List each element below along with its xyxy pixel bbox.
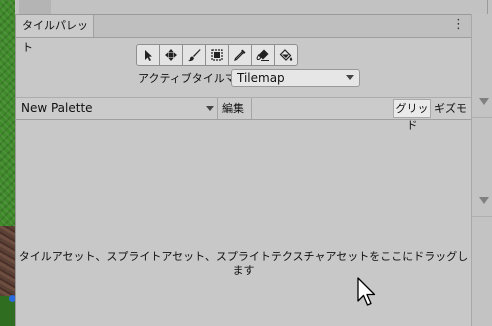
- tab-tile-palette[interactable]: タイルパレット: [16, 15, 94, 54]
- tool-bar: [136, 44, 298, 66]
- edit-button[interactable]: 編集: [222, 98, 244, 119]
- tile-palette-window: タイルパレット ⋮ アクティブタイルマッ Tilemap New Palette…: [15, 14, 471, 326]
- paintbrush-icon: [188, 49, 201, 62]
- arrow-cursor-icon: [145, 50, 152, 61]
- divider: [251, 98, 252, 119]
- select-tool-button[interactable]: [136, 44, 160, 66]
- chevron-down-icon[interactable]: [206, 106, 214, 111]
- top-dock-strip: [15, 0, 492, 14]
- gizmo-toggle-button[interactable]: ギズモ: [434, 98, 467, 119]
- box-fill-tool-button[interactable]: [205, 44, 229, 66]
- mouse-pointer-icon: [357, 277, 376, 306]
- active-tilemap-dropdown[interactable]: Tilemap: [231, 69, 360, 87]
- chevron-down-icon[interactable]: [479, 197, 489, 204]
- chevron-down-icon[interactable]: [479, 98, 489, 105]
- active-tilemap-value: Tilemap: [237, 71, 285, 85]
- grid-toggle-button[interactable]: グリッド: [393, 99, 431, 132]
- right-dock-column: [471, 14, 492, 326]
- kebab-menu-icon[interactable]: ⋮: [452, 18, 465, 32]
- box-fill-icon: [211, 49, 223, 61]
- palette-dropdown[interactable]: New Palette: [21, 98, 93, 119]
- scene-dirt-tiles: [0, 226, 15, 296]
- paint-tool-button[interactable]: [182, 44, 206, 66]
- chevron-down-icon: [346, 75, 354, 80]
- divider: [217, 98, 218, 119]
- palette-drop-message: タイルアセット、スプライトアセット、スプライトテクスチャアセットをここにドラッグ…: [18, 250, 469, 277]
- eraser-icon: [256, 49, 269, 61]
- dock-divider: [487, 0, 488, 14]
- move-arrows-icon: [165, 49, 177, 61]
- erase-tool-button[interactable]: [251, 44, 275, 66]
- fill-tool-button[interactable]: [274, 44, 298, 66]
- picker-tool-button[interactable]: [228, 44, 252, 66]
- eyedropper-icon: [234, 49, 246, 61]
- hidden-tab[interactable]: [19, 0, 51, 14]
- window-tabbar: タイルパレット ⋮: [16, 14, 471, 54]
- divider: [472, 216, 492, 217]
- palette-bar: New Palette 編集 グリッド ギズモ: [16, 97, 471, 132]
- paint-bucket-icon: [279, 49, 293, 61]
- divider: [472, 117, 492, 118]
- move-tool-button[interactable]: [159, 44, 183, 66]
